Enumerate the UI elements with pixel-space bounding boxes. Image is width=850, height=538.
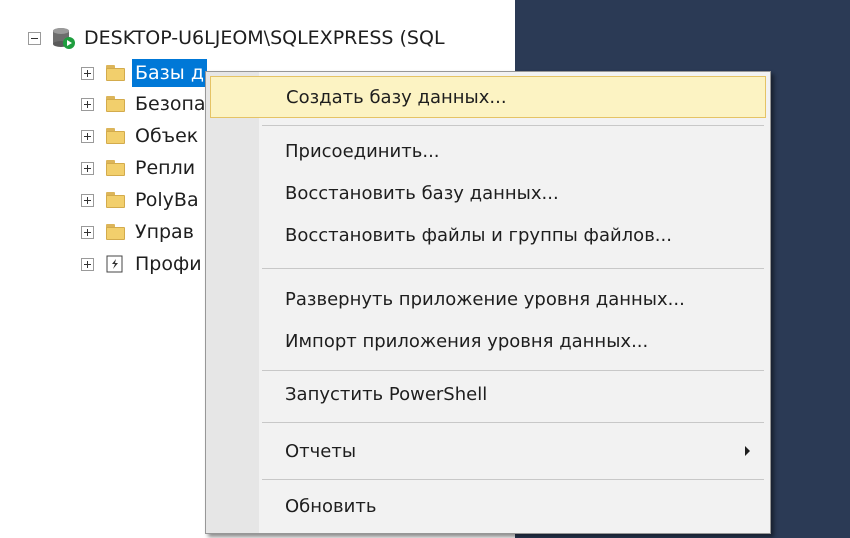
menu-item-create-database[interactable]: Создать базу данных... xyxy=(210,76,766,118)
menu-item-refresh[interactable]: Обновить xyxy=(210,485,766,527)
menu-item-label: Запустить PowerShell xyxy=(285,383,488,405)
context-menu: Создать базу данных... Присоединить... В… xyxy=(205,71,771,534)
tree-node-label[interactable]: PolyBa xyxy=(132,186,202,214)
expand-toggle-icon[interactable] xyxy=(81,66,94,80)
menu-item-label: Создать базу данных... xyxy=(286,86,507,108)
tree-node-databases[interactable]: Базы д xyxy=(81,58,207,88)
menu-item-label: Обновить xyxy=(285,495,377,517)
tree-node-profiler[interactable]: Профи xyxy=(81,249,205,279)
folder-icon xyxy=(104,223,126,241)
collapse-toggle-icon[interactable] xyxy=(28,31,41,45)
expand-toggle-icon[interactable] xyxy=(81,193,94,207)
database-server-icon xyxy=(51,26,77,50)
folder-icon xyxy=(104,64,126,82)
expand-toggle-icon[interactable] xyxy=(81,225,94,239)
menu-item-import-data-tier[interactable]: Импорт приложения уровня данных... xyxy=(210,320,766,362)
menu-item-start-powershell[interactable]: Запустить PowerShell xyxy=(210,373,766,415)
expand-toggle-icon[interactable] xyxy=(81,257,94,271)
folder-icon xyxy=(104,95,126,113)
menu-item-attach[interactable]: Присоединить... xyxy=(210,130,766,172)
xevent-profiler-icon xyxy=(104,255,126,273)
menu-item-label: Отчеты xyxy=(285,440,357,462)
expand-toggle-icon[interactable] xyxy=(81,129,94,143)
menu-separator xyxy=(262,422,764,423)
tree-node-label[interactable]: Профи xyxy=(132,250,205,278)
menu-item-restore-database[interactable]: Восстановить базу данных... xyxy=(210,172,766,214)
menu-separator xyxy=(262,125,764,126)
menu-item-restore-files[interactable]: Восстановить файлы и группы файлов... xyxy=(210,214,766,256)
folder-icon xyxy=(104,159,126,177)
tree-node-server[interactable]: DESKTOP-U6LJEOM\SQLEXPRESS (SQL xyxy=(28,23,448,53)
tree-node-label[interactable]: Репли xyxy=(132,154,198,182)
tree-node-label[interactable]: Базы д xyxy=(132,59,207,87)
submenu-arrow-icon xyxy=(745,446,750,456)
tree-node-label[interactable]: Безопа xyxy=(132,90,209,118)
expand-toggle-icon[interactable] xyxy=(81,161,94,175)
menu-item-deploy-data-tier[interactable]: Развернуть приложение уровня данных... xyxy=(210,278,766,320)
menu-item-label: Развернуть приложение уровня данных... xyxy=(285,288,685,310)
menu-item-label: Восстановить файлы и группы файлов... xyxy=(285,224,672,246)
menu-item-label: Присоединить... xyxy=(285,140,440,162)
tree-node-replication[interactable]: Репли xyxy=(81,153,198,183)
menu-separator xyxy=(262,370,764,371)
menu-separator xyxy=(262,479,764,480)
tree-node-polybase[interactable]: PolyBa xyxy=(81,185,202,215)
tree-node-management[interactable]: Управ xyxy=(81,217,197,247)
tree-node-label[interactable]: Объек xyxy=(132,122,201,150)
folder-icon xyxy=(104,127,126,145)
menu-item-reports[interactable]: Отчеты xyxy=(210,430,766,472)
folder-icon xyxy=(104,191,126,209)
menu-item-label: Импорт приложения уровня данных... xyxy=(285,330,649,352)
server-label[interactable]: DESKTOP-U6LJEOM\SQLEXPRESS (SQL xyxy=(81,24,448,52)
menu-separator xyxy=(262,268,764,269)
tree-node-label[interactable]: Управ xyxy=(132,218,197,246)
tree-node-server-objects[interactable]: Объек xyxy=(81,121,201,151)
menu-item-label: Восстановить базу данных... xyxy=(285,182,559,204)
expand-toggle-icon[interactable] xyxy=(81,97,94,111)
tree-node-security[interactable]: Безопа xyxy=(81,89,209,119)
